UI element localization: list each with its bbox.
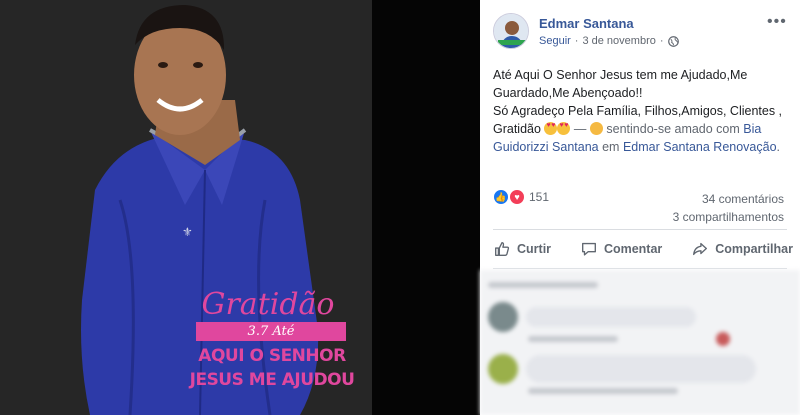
in-text: em	[602, 140, 620, 154]
feeling-text: sentindo-se amado com	[606, 122, 740, 136]
divider-top	[493, 229, 787, 230]
facebook-photo-viewer: ⚜ Gratidão 3.7 Até AQUI O SENHOR JESUS M…	[0, 0, 800, 415]
like-button[interactable]: Curtir	[493, 240, 551, 258]
reactions-summary[interactable]: 👍 ♥ 151	[493, 189, 549, 205]
like-label: Curtir	[517, 242, 552, 256]
thumbs-up-icon	[495, 242, 510, 256]
comment-actions-2	[528, 388, 678, 394]
comment-item	[488, 302, 696, 332]
period: .	[776, 140, 781, 154]
feeling-dash: —	[573, 122, 590, 136]
overlay-title: Gratidão	[201, 287, 335, 322]
divider-bottom	[493, 268, 787, 269]
post-date[interactable]: 3 de novembro	[582, 35, 655, 47]
post-text-line-4: Gratidão — sentindo-se amado com Bia Gui…	[493, 120, 791, 156]
engagement-counts: 34 comentários 3 compartilhamentos	[673, 190, 784, 226]
comment-icon	[581, 242, 596, 256]
action-bar: Curtir Comentar Compartilhar	[493, 240, 793, 258]
comment-bubble-2	[526, 355, 756, 383]
meta-separator-2: ·	[659, 35, 664, 47]
comment-button[interactable]: Comentar	[580, 240, 662, 258]
more-options-icon[interactable]: •••	[767, 13, 787, 31]
commenter-avatar-2[interactable]	[488, 354, 518, 384]
post-text-line-3: Só Agradeço Pela Família, Filhos,Amigos,…	[493, 104, 783, 118]
share-label: Compartilhar	[715, 242, 793, 256]
reactions-count: 151	[529, 190, 550, 204]
comments-section-blurred	[480, 270, 800, 415]
heart-eyes-emoji-icon	[544, 122, 558, 135]
commenter-avatar[interactable]	[488, 302, 518, 332]
comment-actions	[528, 332, 730, 346]
share-button[interactable]: Compartilhar	[691, 240, 793, 258]
comment-reaction-icon	[716, 332, 730, 346]
share-arrow-icon	[693, 242, 708, 256]
comments-count[interactable]: 34 comentários	[673, 190, 784, 208]
post-photo[interactable]: ⚜ Gratidão 3.7 Até AQUI O SENHOR JESUS M…	[0, 0, 480, 415]
overlay-line-1: AQUI O SENHOR	[198, 346, 346, 366]
post-text: Até Aqui O Senhor Jesus tem me Ajudado,M…	[493, 66, 791, 156]
view-previous-comments[interactable]	[488, 282, 598, 288]
comment-label: Comentar	[603, 242, 663, 256]
love-reaction-icon: ♥	[509, 189, 525, 205]
overlay-verse: 3.7 Até	[196, 322, 346, 341]
shares-count[interactable]: 3 compartilhamentos	[673, 208, 784, 226]
author-avatar[interactable]	[493, 13, 529, 49]
tagged-page-link[interactable]: Edmar Santana Renovação	[623, 140, 777, 154]
like-reaction-icon: 👍	[493, 189, 509, 205]
smiling-hearts-emoji-icon	[589, 122, 603, 135]
comment-bubble	[526, 307, 696, 327]
post-meta: Seguir · 3 de novembro ·	[539, 35, 679, 47]
globe-icon	[667, 35, 679, 47]
follow-link[interactable]: Seguir	[539, 35, 571, 47]
post-text-line-1: Até Aqui O Senhor Jesus tem me Ajudado,M…	[493, 68, 748, 82]
heart-eyes-emoji-icon-2	[557, 122, 571, 135]
meta-separator: ·	[574, 35, 579, 47]
post-text-line-2: Guardado,Me Abençoado!!	[493, 86, 643, 100]
gratitude-word: Gratidão	[493, 122, 541, 136]
author-name[interactable]: Edmar Santana	[539, 16, 634, 31]
comment-item-2	[488, 354, 756, 384]
overlay-line-2: JESUS ME AJUDOU	[189, 370, 355, 390]
svg-text:⚜: ⚜	[182, 225, 193, 239]
